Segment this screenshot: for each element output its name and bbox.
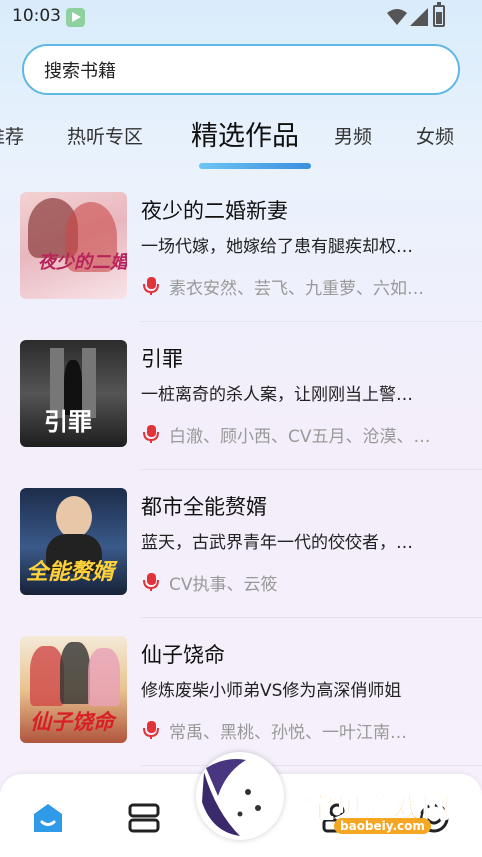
tab-male[interactable]: 男频 <box>334 122 372 149</box>
bookshelf-icon[interactable] <box>127 802 161 834</box>
book-item[interactable]: 引罪 引罪 一桩离奇的杀人案，让刚刚当上警… 白澈、顾小西、CV五月、沧漠、… <box>0 322 482 470</box>
book-narrators: 素衣安然、芸飞、九重萝、六如… <box>169 279 424 299</box>
book-description: 一场代嫁，她嫁给了患有腿疾却权… <box>141 237 413 257</box>
microphone-icon <box>143 721 159 739</box>
book-description: 修炼废柴小师弟VS修为高深俏师姐 <box>141 681 402 701</box>
home-icon[interactable] <box>31 802 65 834</box>
status-bar: 10:03 <box>0 0 482 34</box>
book-cover: 引罪 <box>20 340 127 447</box>
book-title: 引罪 <box>141 347 183 371</box>
microphone-icon <box>143 573 159 591</box>
battery-icon <box>433 2 445 27</box>
tab-recommend[interactable]: 推荐 <box>0 122 24 149</box>
center-logo-badge[interactable] <box>196 752 284 840</box>
book-title: 夜少的二婚新妻 <box>141 199 288 223</box>
book-cover: 全能赘婿 <box>20 488 127 595</box>
tab-indicator <box>199 163 311 169</box>
book-narrators: CV执事、云筱 <box>169 575 278 595</box>
book-cover: 夜少的二婚新妻 <box>20 192 127 299</box>
wifi-icon <box>387 9 407 25</box>
cover-title: 引罪 <box>44 408 92 436</box>
book-narrators: 常禹、黑桃、孙悦、一叶江南… <box>169 723 407 743</box>
tab-selected-works[interactable]: 精选作品 <box>191 114 299 153</box>
cover-title: 夜少的二婚新妻 <box>38 252 127 273</box>
status-time: 10:03 <box>12 6 61 26</box>
divider <box>141 765 482 766</box>
book-item[interactable]: 仙子饶命 仙子饶命 修炼废柴小师弟VS修为高深俏师姐 常禹、黑桃、孙悦、一叶江南… <box>0 618 482 766</box>
search-placeholder: 搜索书籍 <box>44 60 116 82</box>
book-description: 蓝天，古武界青年一代的佼佼者，… <box>141 533 413 553</box>
book-title: 都市全能赘婿 <box>141 495 267 519</box>
microphone-icon <box>143 425 159 443</box>
book-cover: 仙子饶命 <box>20 636 127 743</box>
tab-female[interactable]: 女频 <box>416 122 454 149</box>
book-narrators: 白澈、顾小西、CV五月、沧漠、… <box>169 427 431 447</box>
category-tabs: 推荐 热听专区 精选作品 男频 女频 <box>0 110 482 170</box>
signal-icon <box>410 8 428 26</box>
app-notification-icon <box>66 8 85 27</box>
watermark: 宝贝游戏网 baobeiy.com <box>300 770 460 840</box>
search-input[interactable]: 搜索书籍 <box>22 44 460 95</box>
watermark-url: baobeiy.com <box>334 818 431 834</box>
cover-title: 仙子饶命 <box>30 710 114 734</box>
book-title: 仙子饶命 <box>141 643 225 667</box>
book-description: 一桩离奇的杀人案，让刚刚当上警… <box>141 385 413 405</box>
tab-hot-listening[interactable]: 热听专区 <box>67 122 143 149</box>
microphone-icon <box>143 277 159 295</box>
book-item[interactable]: 全能赘婿 都市全能赘婿 蓝天，古武界青年一代的佼佼者，… CV执事、云筱 <box>0 470 482 618</box>
logo-icon <box>202 759 261 836</box>
cover-title: 全能赘婿 <box>26 560 115 585</box>
book-item[interactable]: 夜少的二婚新妻 夜少的二婚新妻 一场代嫁，她嫁给了患有腿疾却权… 素衣安然、芸飞… <box>0 174 482 322</box>
